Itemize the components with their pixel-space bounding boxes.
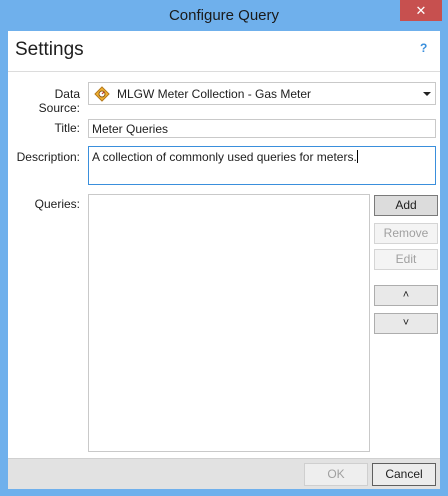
configure-query-window: Configure Query ✕ Settings ? Data Source… bbox=[0, 0, 448, 496]
settings-header: Settings ? bbox=[8, 31, 440, 72]
gas-meter-icon bbox=[94, 86, 110, 102]
window-title: Configure Query bbox=[168, 7, 280, 24]
title-label: Title: bbox=[54, 121, 80, 135]
data-source-select[interactable]: MLGW Meter Collection - Gas Meter bbox=[88, 82, 436, 105]
chevron-down-icon[interactable] bbox=[423, 92, 431, 96]
page-title: Settings bbox=[15, 39, 84, 60]
dialog-footer: OK Cancel bbox=[8, 458, 440, 489]
move-up-button[interactable]: ˄ bbox=[374, 285, 438, 306]
data-source-label: Data Source: bbox=[38, 87, 80, 115]
data-source-value: MLGW Meter Collection - Gas Meter bbox=[117, 87, 312, 101]
chevron-down-icon: ˅ bbox=[402, 317, 410, 329]
dialog-client: Settings ? Data Source: MLGW Meter Colle… bbox=[8, 31, 440, 489]
text-caret bbox=[356, 150, 358, 163]
remove-query-button[interactable]: Remove bbox=[374, 223, 438, 244]
cancel-button[interactable]: Cancel bbox=[372, 463, 436, 486]
help-icon[interactable]: ? bbox=[420, 41, 427, 55]
description-field[interactable]: A collection of commonly used queries fo… bbox=[88, 146, 436, 185]
description-text: A collection of commonly used queries fo… bbox=[92, 150, 357, 164]
edit-query-button[interactable]: Edit bbox=[374, 249, 438, 270]
title-bar[interactable]: Configure Query ✕ bbox=[0, 0, 448, 32]
chevron-up-icon: ˄ bbox=[402, 289, 410, 301]
queries-list[interactable] bbox=[88, 194, 370, 452]
move-down-button[interactable]: ˅ bbox=[374, 313, 438, 334]
settings-form: Data Source: MLGW Meter Collection - Gas… bbox=[8, 72, 440, 458]
close-button[interactable]: ✕ bbox=[400, 0, 442, 21]
description-label: Description: bbox=[16, 150, 80, 164]
queries-label: Queries: bbox=[34, 197, 80, 211]
title-field[interactable]: Meter Queries bbox=[88, 119, 436, 138]
add-query-button[interactable]: Add bbox=[374, 195, 438, 216]
ok-button[interactable]: OK bbox=[304, 463, 368, 486]
